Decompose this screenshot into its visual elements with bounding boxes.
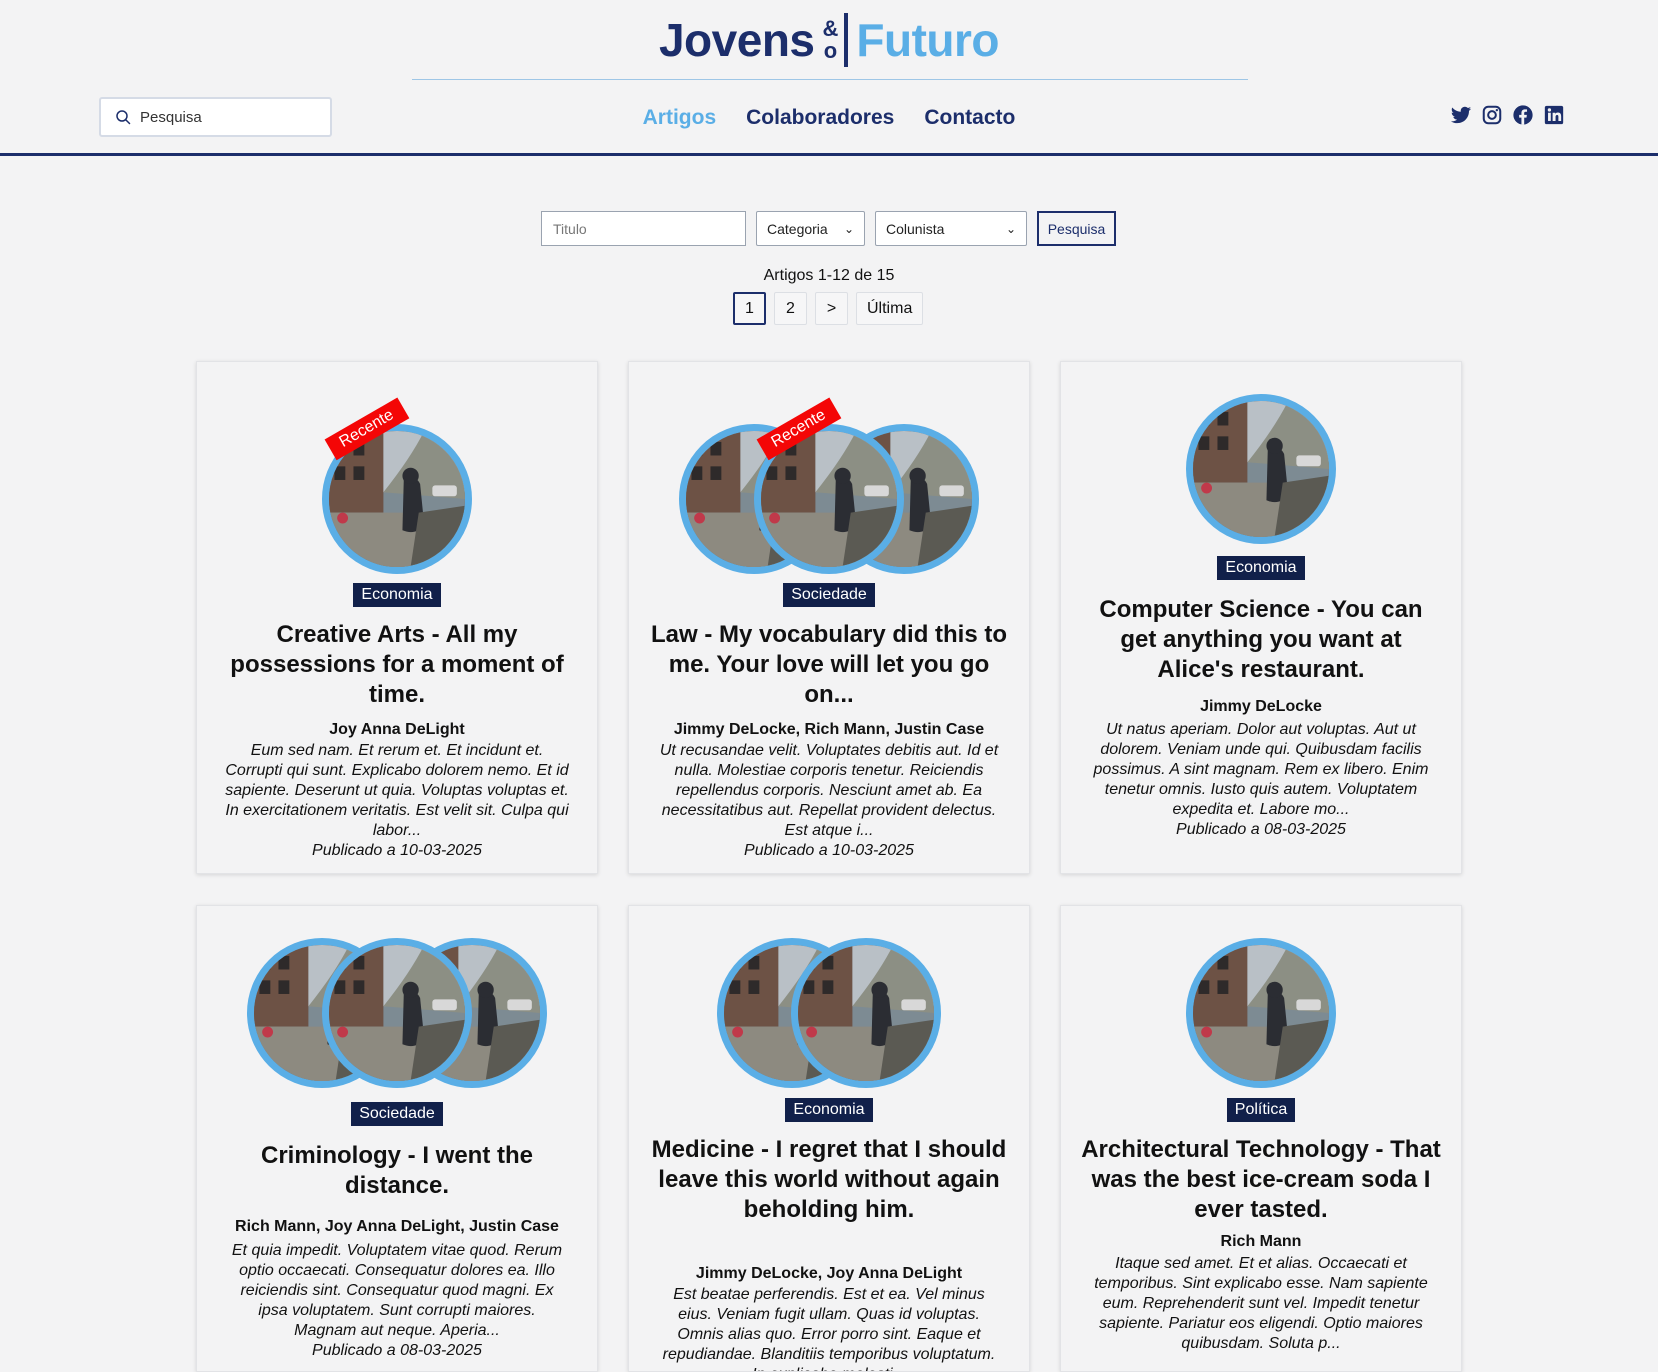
article-card[interactable]: Recente Economia Creative Arts - All my … [196, 361, 598, 874]
category-tag[interactable]: Política [1061, 1098, 1461, 1122]
article-card[interactable]: Economia Medicine - I regret that I shou… [628, 905, 1030, 1372]
article-filters: Categoria ⌄ Colunista ⌄ Pesquisa [541, 211, 1116, 246]
page-next-button[interactable]: > [815, 292, 848, 325]
columnist-select[interactable]: Colunista ⌄ [875, 211, 1027, 246]
chevron-down-icon: ⌄ [843, 221, 854, 236]
article-authors: Jimmy DeLocke, Joy Anna DeLight [695, 1265, 963, 1282]
article-authors: Rich Mann [1220, 1233, 1302, 1250]
author-avatars [629, 362, 1029, 574]
author-avatars [1061, 906, 1461, 1088]
article-excerpt: Ut recusandae velit. Voluptates debitis … [657, 741, 1001, 861]
site-logo[interactable]: Jovens & o Futuro [0, 10, 1658, 70]
article-card[interactable]: Recente Sociedade Law - My vocabulary di… [628, 361, 1030, 874]
article-title[interactable]: Criminology - I went the distance. [217, 1141, 577, 1201]
author-avatars [197, 362, 597, 574]
article-title[interactable]: Architectural Technology - That was the … [1081, 1135, 1441, 1225]
filter-search-button[interactable]: Pesquisa [1037, 211, 1116, 246]
category-tag[interactable]: Economia [1061, 556, 1461, 580]
article-title[interactable]: Computer Science - You can get anything … [1081, 595, 1441, 685]
publish-date: Publicado a 10-03-2025 [312, 842, 482, 859]
page-last-button[interactable]: Última [856, 292, 924, 325]
publish-date: Publicado a 08-03-2025 [1176, 821, 1346, 838]
nav-artigos[interactable]: Artigos [643, 106, 717, 130]
linkedin-icon[interactable] [1543, 104, 1565, 126]
article-card[interactable]: Sociedade Criminology - I went the dista… [196, 905, 598, 1372]
publish-date: Publicado a 10-03-2025 [744, 842, 914, 859]
title-filter-input[interactable] [541, 211, 746, 246]
author-avatars [197, 906, 597, 1088]
avatar [1186, 394, 1336, 544]
results-count: Artigos 1-12 de 15 [763, 267, 895, 284]
social-links [1450, 104, 1565, 126]
publish-date: Publicado a 08-03-2025 [312, 1342, 482, 1359]
twitter-icon[interactable] [1450, 104, 1472, 126]
avatar [791, 938, 941, 1088]
category-tag[interactable]: Sociedade [197, 1102, 597, 1126]
author-avatars [629, 906, 1029, 1088]
instagram-icon[interactable] [1481, 104, 1503, 126]
nav-colaboradores[interactable]: Colaboradores [746, 106, 894, 130]
site-header: Jovens & o Futuro Artigos Colaboradores … [0, 0, 1658, 156]
logo-divider [844, 13, 849, 67]
article-authors: Jimmy DeLocke [1200, 698, 1322, 715]
logo-futuro: Futuro [856, 14, 1000, 66]
article-authors: Jimmy DeLocke, Rich Mann, Justin Case [673, 721, 985, 738]
article-authors: Joy Anna DeLight [329, 721, 465, 738]
nav-contacto[interactable]: Contacto [924, 106, 1015, 130]
article-excerpt: Eum sed nam. Et rerum et. Et incidunt et… [225, 742, 569, 859]
article-card[interactable]: Economia Computer Science - You can get … [1060, 361, 1462, 874]
article-excerpt: Et quia impedit. Voluptatem vitae quod. … [225, 1241, 569, 1361]
article-title[interactable]: Creative Arts - All my possessions for a… [217, 620, 577, 710]
article-card[interactable]: Política Architectural Technology - That… [1060, 905, 1462, 1372]
avatar [1186, 938, 1336, 1088]
category-tag[interactable]: Sociedade [629, 583, 1029, 607]
page-button-1[interactable]: 1 [733, 292, 766, 325]
header-divider [412, 79, 1248, 80]
facebook-icon[interactable] [1512, 104, 1534, 126]
category-tag[interactable]: Economia [197, 583, 597, 607]
chevron-down-icon: ⌄ [1005, 221, 1016, 236]
page-button-2[interactable]: 2 [774, 292, 807, 325]
category-tag[interactable]: Economia [629, 1098, 1029, 1122]
logo-jovens: Jovens [658, 14, 815, 66]
article-excerpt: Itaque sed amet. Et et alias. Occaecati … [1094, 1255, 1428, 1352]
article-excerpt: Est beatae perferendis. Est et ea. Vel m… [662, 1286, 996, 1371]
category-select[interactable]: Categoria ⌄ [756, 211, 865, 246]
article-title[interactable]: Law - My vocabulary did this to me. Your… [649, 620, 1009, 710]
logo-ampersand: & o [822, 16, 839, 63]
avatar [322, 938, 472, 1088]
author-avatars [1061, 362, 1461, 544]
pagination: 1 2 > Última [733, 292, 924, 325]
article-excerpt: Ut natus aperiam. Dolor aut voluptas. Au… [1089, 720, 1433, 840]
article-title[interactable]: Medicine - I regret that I should leave … [649, 1135, 1009, 1225]
main-nav: Artigos Colaboradores Contacto [0, 100, 1658, 136]
article-authors: Rich Mann, Joy Anna DeLight, Justin Case [235, 1218, 559, 1235]
